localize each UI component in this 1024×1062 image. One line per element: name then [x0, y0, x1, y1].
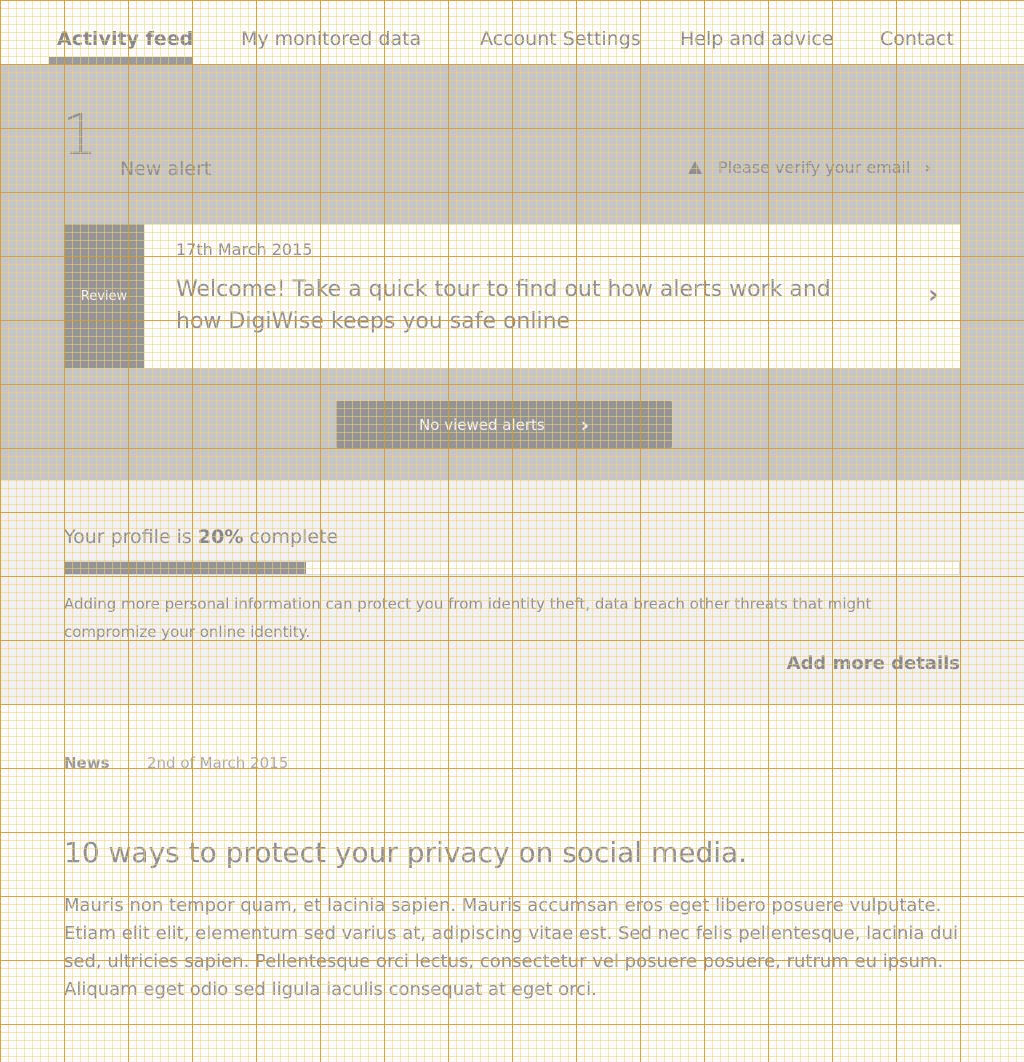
profile-suffix: complete: [243, 526, 339, 548]
nav-item-contact[interactable]: Contact: [880, 28, 954, 50]
alert-count-label: New alert: [120, 158, 212, 180]
alert-count: 1: [62, 103, 98, 168]
viewed-alerts-label: No viewed alerts: [419, 415, 545, 434]
nav-item-help-and-advice[interactable]: Help and advice: [680, 28, 834, 50]
nav-item-activity-feed[interactable]: Activity feed: [57, 28, 193, 50]
nav-item-account-settings[interactable]: Account Settings: [480, 28, 641, 50]
chevron-right-icon: ›: [580, 412, 589, 437]
nav-item-my-monitored-data[interactable]: My monitored data: [241, 28, 421, 50]
viewed-alerts-button[interactable]: No viewed alerts ›: [336, 401, 672, 448]
alert-title: Welcome! Take a quick tour to find out h…: [176, 277, 831, 334]
profile-percent: 20%: [197, 526, 244, 548]
verify-email-link[interactable]: Please verify your email ›: [688, 158, 931, 177]
alert-date: 17th March 2015: [176, 240, 313, 259]
warning-icon: [688, 161, 702, 174]
news-date: 2nd of March 2015: [147, 754, 289, 772]
chevron-right-icon: ›: [924, 158, 932, 177]
news-tag[interactable]: News: [64, 754, 110, 772]
chevron-right-icon[interactable]: ›: [928, 280, 939, 310]
add-more-details-link[interactable]: Add more details: [787, 653, 960, 674]
active-tab-indicator: [49, 57, 193, 64]
profile-prefix: Your profile is: [64, 526, 198, 548]
profile-progress-fill: [65, 562, 307, 574]
news-body: Mauris non tempor quam, et lacinia sapie…: [64, 895, 958, 1000]
profile-progress-bar: [64, 561, 960, 575]
top-navigation: Activity feed My monitored data Account …: [0, 0, 1024, 64]
news-title[interactable]: 10 ways to protect your privacy on socia…: [64, 836, 747, 869]
alert-card[interactable]: Review 17th March 2015 Welcome! Take a q…: [64, 224, 961, 368]
verify-email-text: Please verify your email: [718, 158, 911, 177]
profile-completion-text: Your profile is 20% complete: [64, 526, 338, 548]
profile-description: Adding more personal information can pro…: [64, 595, 872, 641]
review-badge[interactable]: Review: [64, 224, 144, 368]
